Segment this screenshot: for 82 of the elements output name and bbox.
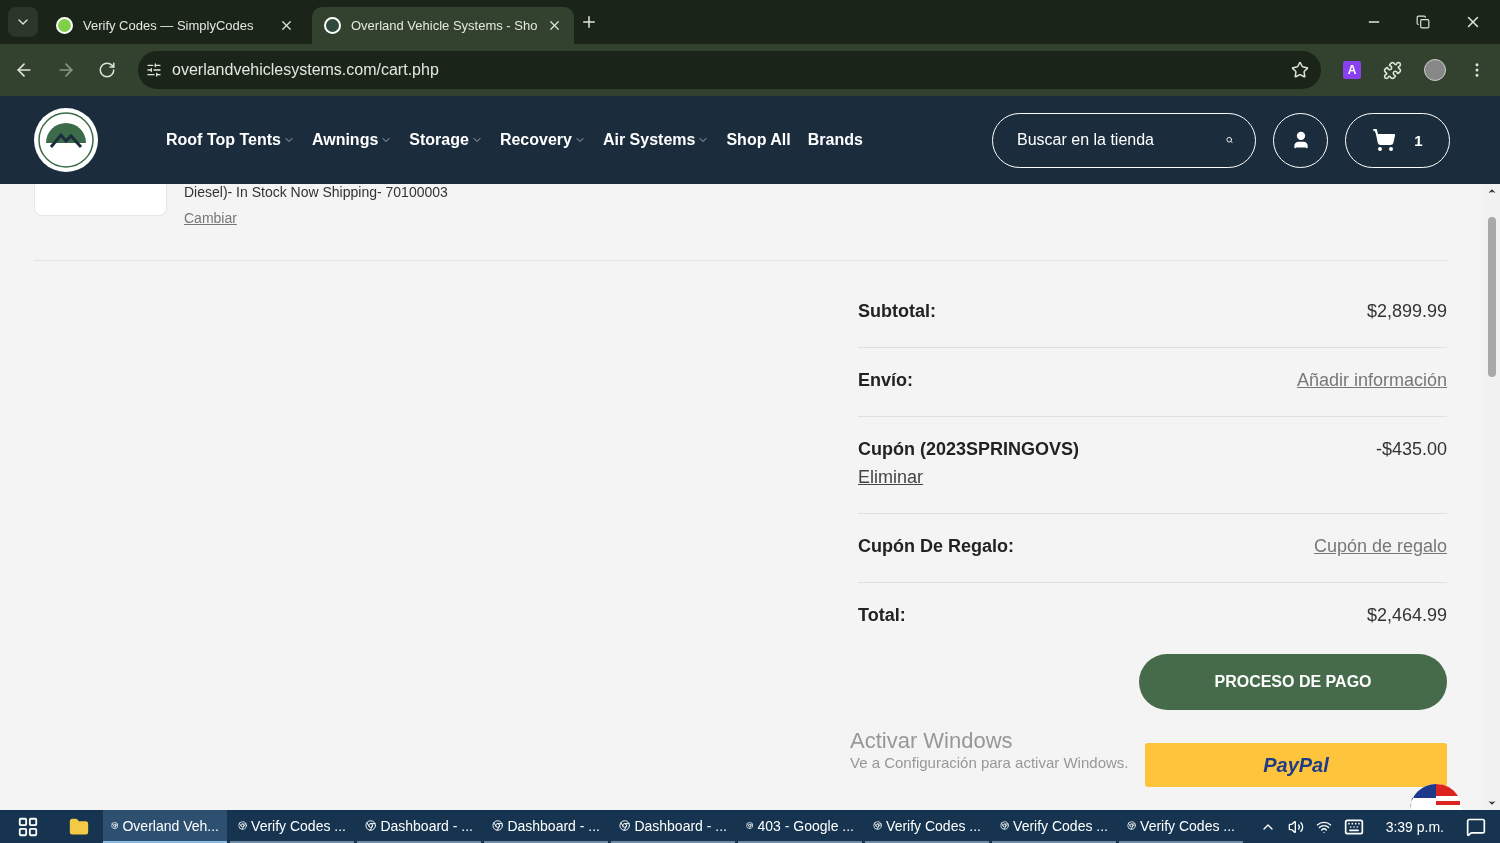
taskbar-item[interactable]: Dashboard - ... [357,810,481,843]
browser-icon [1000,818,1010,833]
summary-value: -$435.00 [1375,439,1447,461]
site-info-icon[interactable] [146,62,162,78]
summary-link[interactable]: Cupón de regalo [1313,536,1447,557]
change-link[interactable]: Cambiar [184,210,448,226]
taskbar-label: Verify Codes ... [886,817,981,834]
extensions-puzzle-icon[interactable] [1383,60,1402,80]
taskbar-label: Dashboard - ... [634,817,727,834]
scrollbar-thumb[interactable] [1488,217,1496,377]
taskbar-label: Verify Codes ... [251,817,346,834]
activation-message: Ve a Configuración para activar Windows. [850,754,1129,771]
address-bar[interactable]: overlandvehiclesystems.com/cart.php [138,51,1321,89]
url-text: overlandvehiclesystems.com/cart.php [172,61,440,79]
summary-label: Envío: [858,370,913,391]
volume-icon[interactable] [1287,818,1304,835]
taskbar-item[interactable]: Dashboard - ... [611,810,735,843]
restore-icon[interactable] [1416,13,1430,31]
search-input[interactable]: Buscar en la tienda [1015,130,1226,150]
summary-label: Total: [858,605,906,626]
reload-icon[interactable] [98,61,116,79]
browser-icon [619,818,631,833]
paypal-button[interactable]: PayPal [1145,743,1447,787]
taskbar-label: Dashboard - ... [380,817,473,834]
summary-value: $2,899.99 [1366,301,1447,322]
taskbar-label: Dashboard - ... [507,817,600,834]
taskbar-label: Verify Codes ... [1013,817,1108,834]
grid-icon [17,815,39,838]
folder-icon[interactable] [69,816,89,837]
taskbar-item[interactable]: 403 - Google ... [738,810,862,843]
taskbar-item[interactable]: Verify Codes ... [865,810,989,843]
favicon-icon [324,17,341,34]
browser-icon [238,818,248,833]
new-tab-icon[interactable] [580,13,598,31]
notifications-icon[interactable] [1466,816,1486,837]
remove-coupon-link[interactable]: Eliminar [858,467,1080,488]
browser-tab[interactable]: Verify Codes — SimplyCodes [44,7,306,44]
extension-icon[interactable]: A [1343,61,1361,79]
puzzle-icon [1383,60,1402,80]
tab-search-button[interactable] [8,7,38,37]
browser-icon [365,818,377,833]
profile-avatar[interactable] [1424,59,1446,81]
taskbar-item[interactable]: Overland Veh... [103,810,227,843]
taskbar-item[interactable]: Verify Codes ... [1119,810,1243,843]
favicon-icon [56,17,73,34]
taskbar-label: Overland Veh... [122,817,219,834]
checkout-button[interactable]: PROCESO DE PAGO [1139,654,1447,710]
nav-link[interactable]: Recovery [499,131,586,149]
browser-icon [873,818,883,833]
nav-link[interactable]: Brands [807,131,863,149]
taskbar-label: 403 - Google ... [757,817,854,834]
folder-drawing-icon [69,816,89,837]
flag-icon[interactable] [1410,782,1462,810]
product-details: Diesel)- In Stock Now Shipping- 70100003 [184,184,448,200]
activation-title: Activar Windows [850,728,1014,754]
summary-value: $2,464.99 [1366,605,1447,626]
close-tab-icon[interactable] [279,18,294,33]
nav-link[interactable]: Awnings [311,131,393,149]
taskbar-item[interactable]: Verify Codes ... [230,810,354,843]
taskbar-item[interactable]: Verify Codes ... [992,810,1116,843]
scroll-down-icon[interactable] [1487,798,1497,808]
bookmark-star-icon[interactable] [1291,61,1309,79]
scroll-up-icon[interactable] [1487,186,1497,196]
summary-label: Cupón (2023SPRINGOVS) [858,439,1080,460]
browser-icon [1127,818,1137,833]
mountain-logo[interactable] [33,107,99,173]
taskbar-label: Verify Codes ... [1140,817,1235,834]
browser-tab[interactable]: Overland Vehicle Systems - Sho [312,7,574,44]
task-view-icon[interactable] [17,815,39,838]
taskbar-item[interactable]: Dashboard - ... [484,810,608,843]
cart-icon [1372,128,1397,152]
tab-title: Overland Vehicle Systems - Sho [351,18,538,33]
browser-icon [492,818,504,833]
summary-label: Subtotal: [858,301,936,322]
summary-link[interactable]: Añadir información [1296,370,1447,391]
summary-label: Cupón De Regalo: [858,536,1014,557]
tab-title: Verify Codes — SimplyCodes [83,18,255,33]
clock-time: 3:39 p.m. [1385,818,1444,835]
nav-link[interactable]: Air Systems [602,131,710,149]
nav-link[interactable]: Roof Top Tents [166,131,295,149]
nav-link[interactable]: Storage [409,131,483,149]
nav-link[interactable]: Shop All [726,131,791,149]
